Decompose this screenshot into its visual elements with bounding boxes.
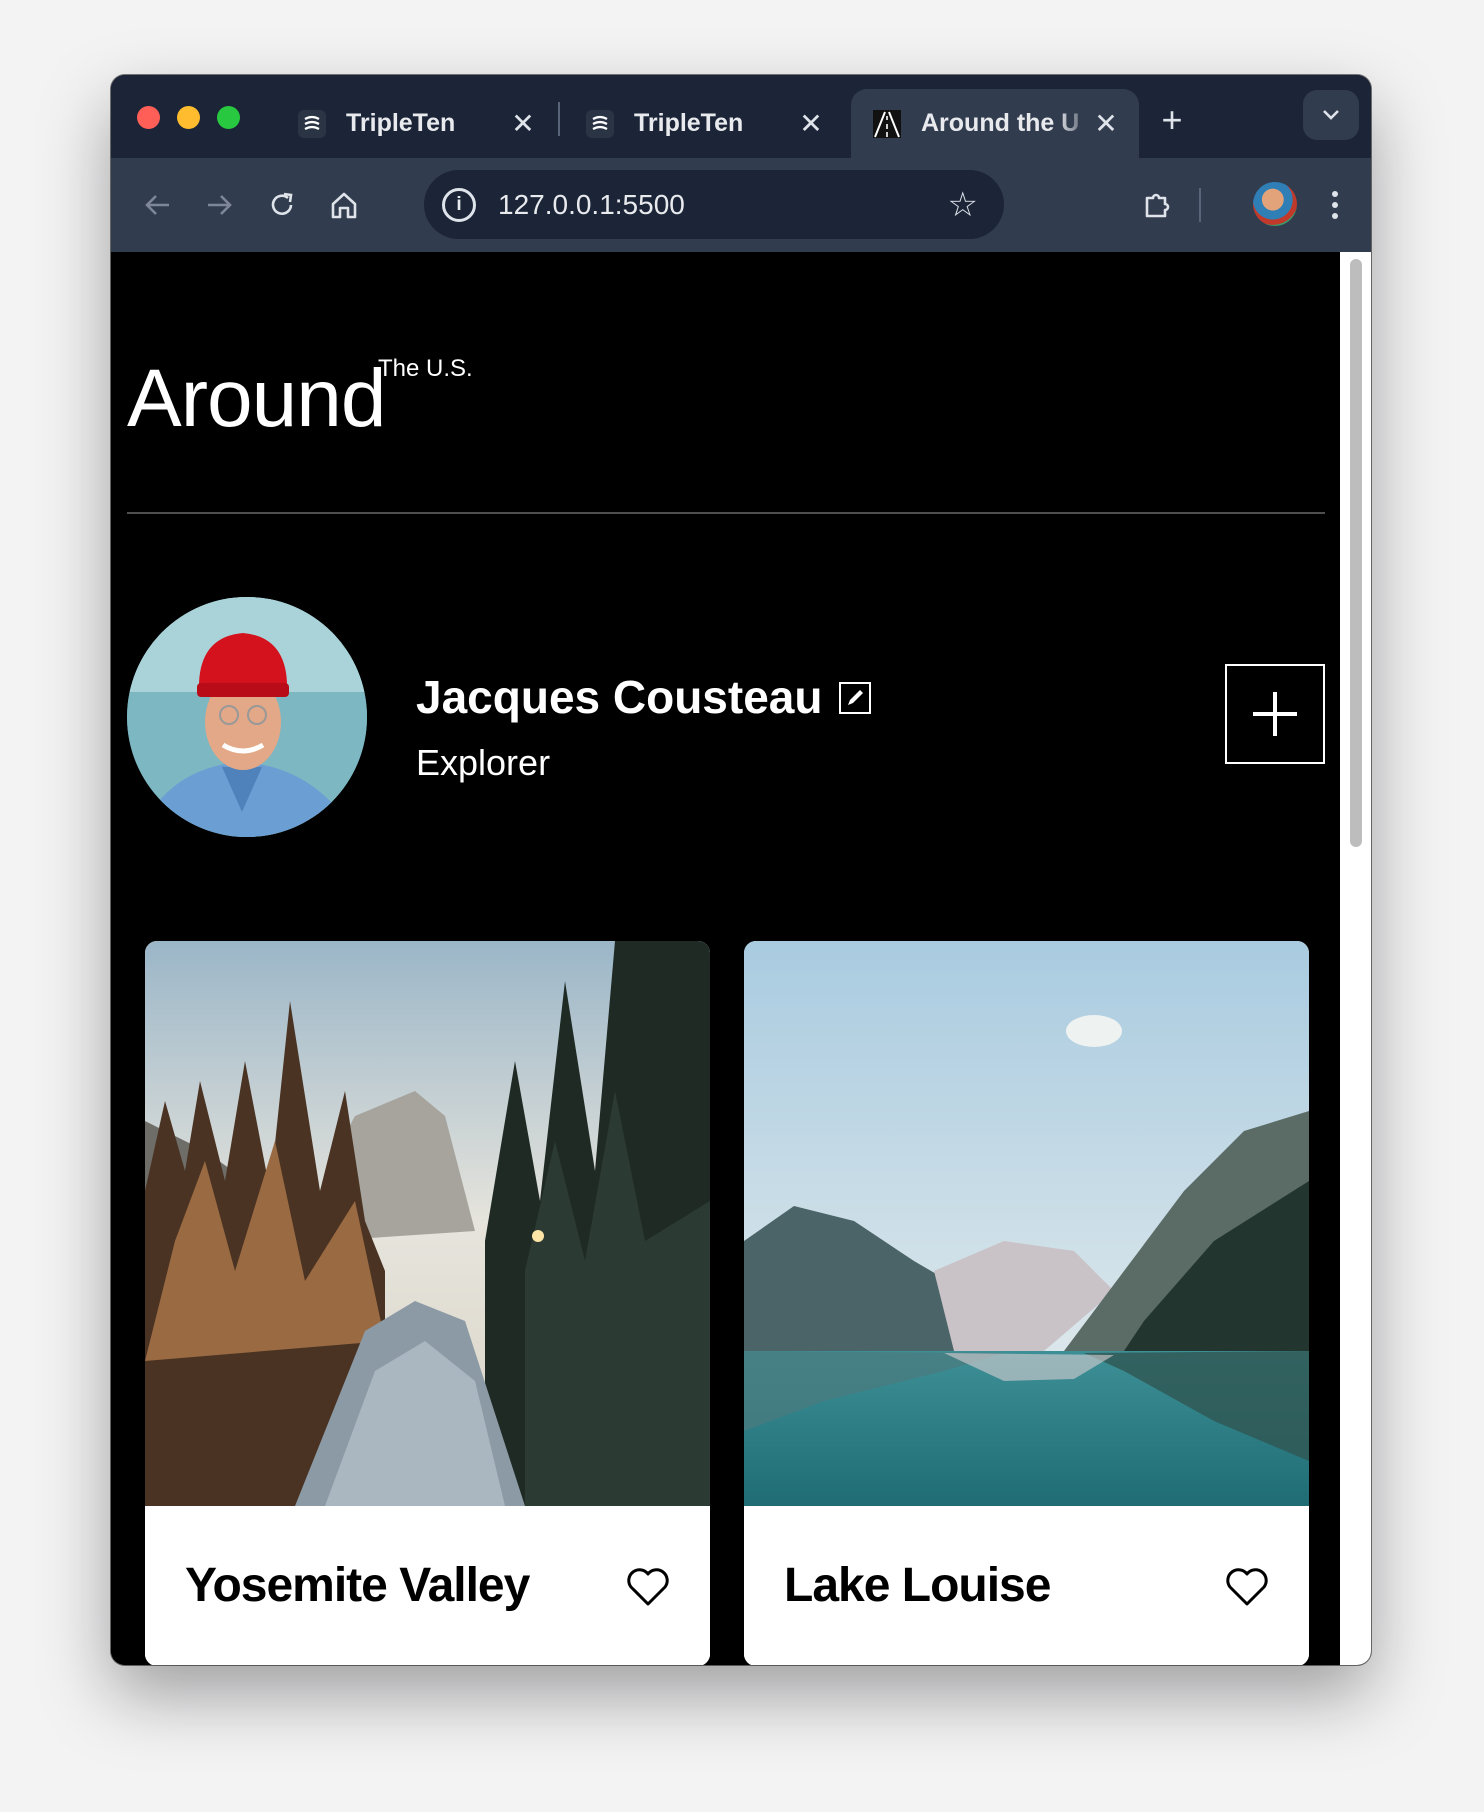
address-bar[interactable]: i 127.0.0.1:5500 ☆	[424, 170, 1004, 239]
forest-river-photo[interactable]	[145, 941, 710, 1506]
card-title: Lake Louise	[784, 1559, 1051, 1612]
card-caption: Lake Louise	[744, 1506, 1309, 1665]
page-viewport: Around The U.S. Jacques Cousteau Explore…	[111, 252, 1371, 1665]
logo-superscript: The U.S.	[378, 355, 473, 382]
profile-avatar-image[interactable]	[127, 597, 367, 837]
place-card: Yosemite Valley	[145, 941, 710, 1665]
site-logo: Around The U.S.	[127, 352, 473, 446]
back-arrow-icon[interactable]	[132, 180, 182, 230]
site-info-icon[interactable]: i	[442, 187, 476, 222]
heart-like-icon[interactable]	[625, 1566, 671, 1608]
toolbar-separator	[1199, 188, 1201, 222]
bookmark-star-icon[interactable]: ☆	[948, 185, 978, 225]
card-caption: Yosemite Valley	[145, 1506, 710, 1665]
extensions-puzzle-icon[interactable]	[1133, 180, 1183, 230]
logo-main-text: Around	[127, 353, 386, 444]
profile-name: Jacques Cousteau	[416, 671, 823, 723]
browser-toolbar: i 127.0.0.1:5500 ☆	[111, 158, 1371, 252]
tab-strip: TripleTen ✕ TripleTen ✕ Around the U ✕ +	[111, 75, 1371, 158]
tripleten-icon	[586, 109, 614, 138]
new-tab-button[interactable]: +	[1147, 95, 1197, 145]
tab-tripleten-1[interactable]: TripleTen ✕	[276, 89, 556, 158]
place-card: Lake Louise	[744, 941, 1309, 1665]
home-icon[interactable]	[319, 180, 369, 230]
add-card-button[interactable]	[1225, 664, 1325, 764]
browser-window: TripleTen ✕ TripleTen ✕ Around the U ✕ +	[111, 75, 1371, 1665]
tab-tripleten-2[interactable]: TripleTen ✕	[564, 89, 844, 158]
tab-close-icon[interactable]: ✕	[796, 107, 826, 140]
tab-title: TripleTen	[634, 109, 744, 137]
pencil-icon	[848, 690, 863, 705]
profile-job: Explorer	[416, 742, 551, 783]
maximize-window-button[interactable]	[217, 106, 240, 129]
reload-icon[interactable]	[257, 180, 307, 230]
mountain-lake-photo[interactable]	[744, 941, 1309, 1506]
tab-separator	[558, 102, 560, 136]
card-title: Yosemite Valley	[185, 1559, 530, 1612]
more-menu-icon[interactable]	[1310, 180, 1360, 230]
close-window-button[interactable]	[137, 106, 160, 129]
road-icon	[873, 109, 901, 138]
tab-close-icon[interactable]: ✕	[1091, 107, 1121, 140]
tab-title: Around the U	[921, 109, 1080, 137]
header-divider	[127, 512, 1325, 514]
edit-profile-button[interactable]	[839, 682, 871, 714]
tab-title: TripleTen	[346, 109, 456, 137]
url-text[interactable]: 127.0.0.1:5500	[498, 189, 948, 221]
heart-like-icon[interactable]	[1224, 1566, 1270, 1608]
tab-search-chevron-down-icon[interactable]	[1303, 90, 1359, 140]
minimize-window-button[interactable]	[177, 106, 200, 129]
scrollbar-thumb[interactable]	[1350, 259, 1362, 847]
forward-arrow-icon[interactable]	[195, 180, 245, 230]
profile-avatar[interactable]	[1253, 182, 1297, 226]
plus-icon	[1253, 692, 1297, 736]
tab-around-the-us[interactable]: Around the U ✕	[851, 89, 1139, 158]
tab-close-icon[interactable]: ✕	[508, 107, 538, 140]
tripleten-icon	[298, 109, 326, 138]
